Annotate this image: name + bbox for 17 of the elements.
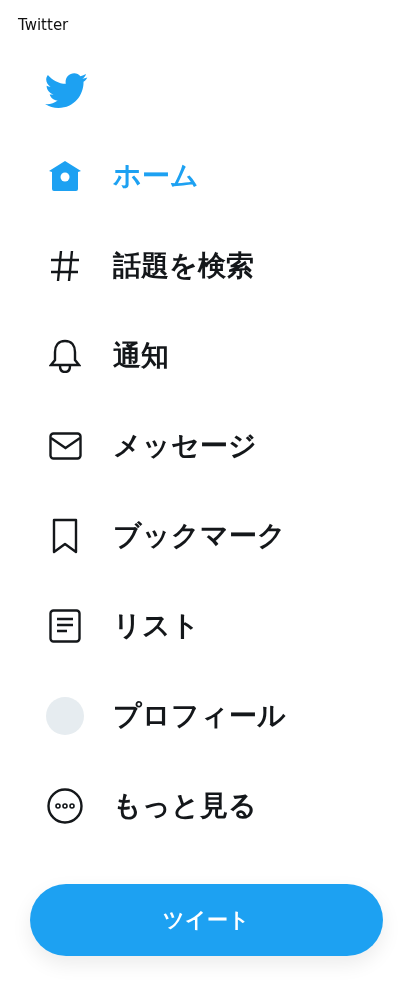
birdhouse-icon: [48, 160, 82, 192]
bookmark-icon: [51, 518, 79, 554]
list-icon: [49, 609, 81, 643]
nav-item[interactable]: 通知: [0, 311, 330, 401]
more-icon: [47, 788, 83, 824]
bird-logo-icon[interactable]: [45, 72, 88, 109]
nav-item[interactable]: リスト: [0, 581, 330, 671]
avatar-icon: [46, 697, 84, 735]
nav-item[interactable]: メッセージ: [0, 401, 330, 491]
nav-item[interactable]: もっと見る: [0, 761, 330, 851]
hashtag-icon: [50, 250, 80, 282]
nav-item[interactable]: 話題を検索: [0, 221, 330, 311]
nav-item[interactable]: ブックマーク: [0, 491, 330, 581]
nav-item[interactable]: プロフィール: [0, 671, 330, 761]
bell-icon: [49, 339, 81, 373]
window-title: Twitter: [17, 15, 69, 36]
envelope-icon: [48, 432, 82, 460]
